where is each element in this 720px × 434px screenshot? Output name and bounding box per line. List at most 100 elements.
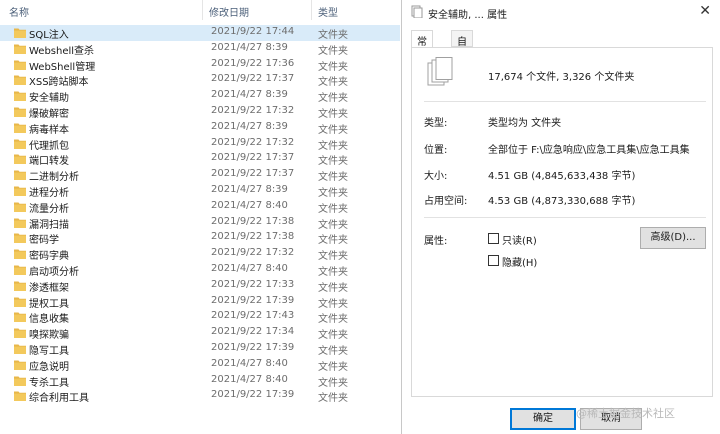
folder-icon	[14, 44, 26, 54]
folder-icon	[14, 297, 26, 307]
folder-row[interactable]: 二进制分析 2021/9/22 17:37 文件夹	[0, 167, 400, 183]
column-divider[interactable]	[311, 0, 312, 20]
folder-modified-date: 2021/9/22 17:39	[211, 389, 295, 401]
type-value: 类型均为 文件夹	[488, 118, 562, 129]
folder-modified-date: 2021/4/27 8:40	[211, 262, 288, 274]
folder-type: 文件夹	[318, 203, 348, 215]
watermark: @稀土掘金技术社区	[576, 407, 675, 420]
location-value: 全部位于 F:\应急响应\应急工具集\应急工具集	[488, 145, 690, 156]
folder-type: 文件夹	[318, 235, 348, 247]
folder-documents-icon	[411, 5, 423, 18]
folder-name: 嗅探欺骗	[29, 330, 69, 342]
folder-type: 文件夹	[318, 330, 348, 342]
folder-name: 爆破解密	[29, 108, 69, 120]
folder-row[interactable]: 端口转发 2021/9/22 17:37 文件夹	[0, 151, 400, 167]
folder-row[interactable]: 漏洞扫描 2021/9/22 17:38 文件夹	[0, 215, 400, 231]
folder-type: 文件夹	[318, 377, 348, 389]
folder-modified-date: 2021/4/27 8:40	[211, 373, 288, 385]
folder-row[interactable]: XSS跨站脚本 2021/9/22 17:37 文件夹	[0, 72, 400, 88]
folder-row[interactable]: 信息收集 2021/9/22 17:43 文件夹	[0, 309, 400, 325]
readonly-label[interactable]: 只读(R)	[502, 232, 537, 247]
file-rows: SQL注入 2021/9/22 17:44 文件夹 Webshell查杀 2021/4/…	[0, 25, 400, 404]
folder-row[interactable]: 渗透框架 2021/9/22 17:33 文件夹	[0, 278, 400, 294]
folder-row[interactable]: 启动项分析 2021/4/27 8:40 文件夹	[0, 262, 400, 278]
folder-type: 文件夹	[318, 282, 348, 294]
folder-type: 文件夹	[318, 172, 348, 184]
folder-modified-date: 2021/9/22 17:44	[211, 26, 295, 37]
folder-row[interactable]: 病毒样本 2021/4/27 8:39 文件夹	[0, 120, 400, 136]
folder-row[interactable]: 代理抓包 2021/9/22 17:32 文件夹	[0, 136, 400, 152]
dialog-titlebar[interactable]: 安全辅助, ... 属性 ✕	[402, 0, 720, 24]
folder-name: 应急说明	[29, 361, 69, 373]
folder-type: 文件夹	[318, 30, 348, 41]
ok-button[interactable]: 确定	[510, 408, 576, 430]
folder-name: WebShell管理	[29, 61, 96, 73]
folder-icon	[14, 249, 26, 260]
folder-row[interactable]: 爆破解密 2021/9/22 17:32 文件夹	[0, 104, 400, 120]
folder-row[interactable]: 专杀工具 2021/4/27 8:40 文件夹	[0, 373, 400, 389]
readonly-checkbox[interactable]	[488, 233, 499, 244]
folder-name: 安全辅助	[29, 93, 69, 105]
folder-type: 文件夹	[318, 61, 348, 73]
folder-row[interactable]: SQL注入 2021/9/22 17:44 文件夹	[0, 25, 400, 41]
advanced-button[interactable]: 高级(D)...	[640, 227, 706, 249]
selection-summary: 17,674 个文件, 3,326 个文件夹	[488, 72, 635, 83]
folder-row[interactable]: 应急说明 2021/4/27 8:40 文件夹	[0, 357, 400, 373]
column-divider[interactable]	[202, 0, 203, 20]
folder-type: 文件夹	[318, 124, 348, 136]
dialog-title: 安全辅助, ... 属性	[428, 10, 508, 21]
tab-custom[interactable]: 自定义	[451, 30, 473, 78]
type-label: 类型:	[424, 118, 448, 129]
folder-type: 文件夹	[318, 314, 348, 326]
divider	[424, 217, 706, 218]
folder-name: 进程分析	[29, 187, 69, 199]
folder-row[interactable]: 流量分析 2021/4/27 8:40 文件夹	[0, 199, 400, 215]
folder-name: 渗透框架	[29, 282, 69, 294]
folder-modified-date: 2021/9/22 17:32	[211, 247, 295, 259]
column-header-date[interactable]: 修改日期	[209, 4, 249, 19]
folder-type: 文件夹	[318, 93, 348, 105]
screen: 名称 修改日期 类型 SQL注入 2021/9/22 17:44 文件夹 Webshe…	[0, 0, 720, 434]
multiple-documents-icon	[427, 57, 453, 86]
folder-icon	[14, 170, 26, 181]
divider	[424, 101, 706, 102]
folder-modified-date: 2021/9/22 17:37	[211, 73, 295, 85]
disk-usage-value: 4.53 GB (4,873,330,688 字节)	[488, 196, 636, 207]
folder-icon	[14, 328, 26, 339]
folder-type: 文件夹	[318, 298, 348, 310]
folder-name: XSS跨站脚本	[29, 77, 89, 89]
folder-icon	[14, 202, 26, 212]
folder-type: 文件夹	[318, 77, 348, 89]
folder-modified-date: 2021/9/22 17:43	[211, 310, 295, 322]
hidden-checkbox[interactable]	[488, 255, 499, 266]
column-header-name[interactable]: 名称	[9, 4, 29, 19]
hidden-label[interactable]: 隐藏(H)	[502, 254, 537, 269]
folder-row[interactable]: 嗅探欺骗 2021/9/22 17:34 文件夹	[0, 325, 400, 341]
column-header-type[interactable]: 类型	[318, 4, 338, 19]
folder-row[interactable]: 密码字典 2021/9/22 17:32 文件夹	[0, 246, 400, 262]
attributes-label: 属性:	[424, 236, 448, 247]
folder-modified-date: 2021/4/27 8:40	[211, 199, 288, 211]
folder-type: 文件夹	[318, 219, 348, 231]
folder-row[interactable]: 隐写工具 2021/9/22 17:39 文件夹	[0, 341, 400, 357]
folder-row[interactable]: Webshell查杀 2021/4/27 8:39 文件夹	[0, 41, 400, 57]
tab-general[interactable]: 常规	[411, 30, 433, 63]
folder-name: 端口转发	[29, 156, 69, 168]
folder-type: 文件夹	[318, 266, 348, 278]
folder-modified-date: 2021/9/22 17:32	[211, 104, 295, 116]
folder-modified-date: 2021/9/22 17:37	[211, 168, 295, 180]
folder-row[interactable]: 提权工具 2021/9/22 17:39 文件夹	[0, 294, 400, 310]
column-header-bar: 名称 修改日期 类型	[0, 0, 400, 22]
close-icon[interactable]: ✕	[699, 3, 711, 19]
folder-modified-date: 2021/4/27 8:39	[211, 89, 288, 101]
folder-row[interactable]: 进程分析 2021/4/27 8:39 文件夹	[0, 183, 400, 199]
folder-row[interactable]: WebShell管理 2021/9/22 17:36 文件夹	[0, 57, 400, 73]
folder-modified-date: 2021/9/22 17:34	[211, 326, 295, 338]
disk-usage-label: 占用空间:	[424, 196, 468, 207]
folder-icon	[14, 360, 26, 370]
folder-modified-date: 2021/9/22 17:38	[211, 215, 295, 227]
folder-row[interactable]: 综合利用工具 2021/9/22 17:39 文件夹	[0, 388, 400, 404]
folder-row[interactable]: 密码学 2021/9/22 17:38 文件夹	[0, 230, 400, 246]
folder-row[interactable]: 安全辅助 2021/4/27 8:39 文件夹	[0, 88, 400, 104]
folder-icon	[14, 312, 26, 323]
